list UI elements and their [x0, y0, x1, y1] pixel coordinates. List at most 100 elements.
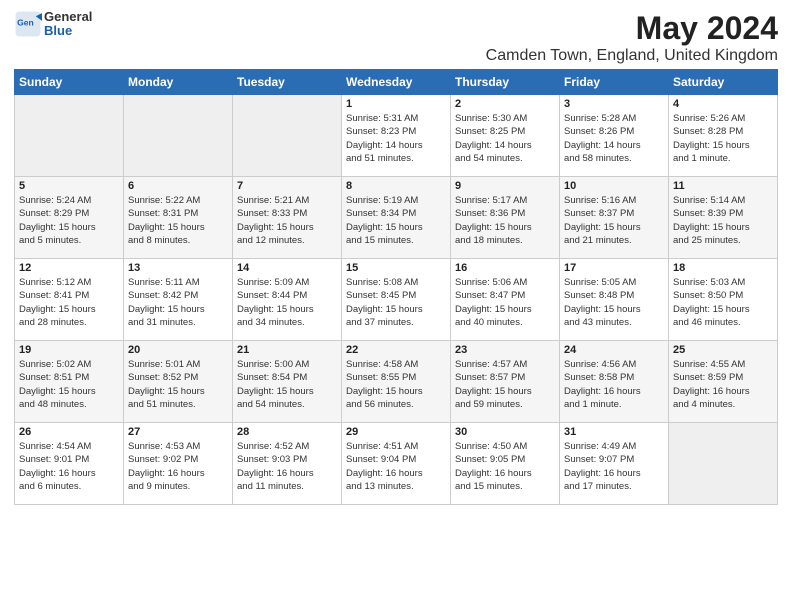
day-info: Sunrise: 5:02 AM Sunset: 8:51 PM Dayligh…	[19, 358, 119, 411]
day-info: Sunrise: 4:52 AM Sunset: 9:03 PM Dayligh…	[237, 440, 337, 493]
logo-blue: Blue	[44, 24, 92, 38]
day-info: Sunrise: 5:06 AM Sunset: 8:47 PM Dayligh…	[455, 276, 555, 329]
main-title: May 2024	[486, 10, 778, 47]
day-info: Sunrise: 5:08 AM Sunset: 8:45 PM Dayligh…	[346, 276, 446, 329]
calendar-cell: 9 Sunrise: 5:17 AM Sunset: 8:36 PM Daylig…	[451, 177, 560, 259]
day-number: 10	[564, 180, 664, 192]
day-number: 22	[346, 344, 446, 356]
day-number: 5	[19, 180, 119, 192]
day-info: Sunrise: 5:31 AM Sunset: 8:23 PM Dayligh…	[346, 112, 446, 165]
day-info: Sunrise: 5:11 AM Sunset: 8:42 PM Dayligh…	[128, 276, 228, 329]
day-number: 29	[346, 426, 446, 438]
day-number: 20	[128, 344, 228, 356]
day-number: 15	[346, 262, 446, 274]
page: Gen General Blue May 2024 Camden Town, E…	[0, 0, 792, 612]
day-header-friday: Friday	[560, 70, 669, 95]
week-row-3: 12Sunrise: 5:12 AM Sunset: 8:41 PM Dayli…	[15, 259, 778, 341]
day-number: 16	[455, 262, 555, 274]
day-number: 28	[237, 426, 337, 438]
day-header-wednesday: Wednesday	[342, 70, 451, 95]
calendar-cell: 18Sunrise: 5:03 AM Sunset: 8:50 PM Dayli…	[669, 259, 778, 341]
day-info: Sunrise: 4:58 AM Sunset: 8:55 PM Dayligh…	[346, 358, 446, 411]
calendar-cell	[15, 95, 124, 177]
calendar-cell: 23 Sunrise: 4:57 AM Sunset: 8:57 PM Dayli…	[451, 341, 560, 423]
calendar-cell: 25 Sunrise: 4:55 AM Sunset: 8:59 PM Dayli…	[669, 341, 778, 423]
calendar-cell: 19 Sunrise: 5:02 AM Sunset: 8:51 PM Dayli…	[15, 341, 124, 423]
calendar-cell: 7Sunrise: 5:21 AM Sunset: 8:33 PM Daylig…	[233, 177, 342, 259]
day-number: 23	[455, 344, 555, 356]
day-info: Sunrise: 5:14 AM Sunset: 8:39 PM Dayligh…	[673, 194, 773, 247]
week-row-5: 26 Sunrise: 4:54 AM Sunset: 9:01 PM Dayli…	[15, 423, 778, 505]
day-info: Sunrise: 4:56 AM Sunset: 8:58 PM Dayligh…	[564, 358, 664, 411]
calendar-cell: 12Sunrise: 5:12 AM Sunset: 8:41 PM Dayli…	[15, 259, 124, 341]
calendar-cell: 24 Sunrise: 4:56 AM Sunset: 8:58 PM Dayli…	[560, 341, 669, 423]
day-info: Sunrise: 4:57 AM Sunset: 8:57 PM Dayligh…	[455, 358, 555, 411]
day-info: Sunrise: 4:50 AM Sunset: 9:05 PM Dayligh…	[455, 440, 555, 493]
day-info: Sunrise: 4:49 AM Sunset: 9:07 PM Dayligh…	[564, 440, 664, 493]
day-header-thursday: Thursday	[451, 70, 560, 95]
day-info: Sunrise: 5:12 AM Sunset: 8:41 PM Dayligh…	[19, 276, 119, 329]
day-number: 14	[237, 262, 337, 274]
svg-text:Gen: Gen	[17, 18, 34, 28]
day-number: 24	[564, 344, 664, 356]
week-row-2: 5 Sunrise: 5:24 AM Sunset: 8:29 PM Daylig…	[15, 177, 778, 259]
calendar-cell: 13 Sunrise: 5:11 AM Sunset: 8:42 PM Dayli…	[124, 259, 233, 341]
day-info: Sunrise: 5:19 AM Sunset: 8:34 PM Dayligh…	[346, 194, 446, 247]
calendar-cell: 1 Sunrise: 5:31 AM Sunset: 8:23 PM Daylig…	[342, 95, 451, 177]
day-number: 17	[564, 262, 664, 274]
subtitle: Camden Town, England, United Kingdom	[486, 47, 778, 65]
day-info: Sunrise: 4:53 AM Sunset: 9:02 PM Dayligh…	[128, 440, 228, 493]
calendar-cell: 30 Sunrise: 4:50 AM Sunset: 9:05 PM Dayli…	[451, 423, 560, 505]
logo-icon: Gen	[14, 10, 42, 38]
calendar-cell: 5 Sunrise: 5:24 AM Sunset: 8:29 PM Daylig…	[15, 177, 124, 259]
day-info: Sunrise: 5:22 AM Sunset: 8:31 PM Dayligh…	[128, 194, 228, 247]
day-info: Sunrise: 5:09 AM Sunset: 8:44 PM Dayligh…	[237, 276, 337, 329]
calendar-cell	[124, 95, 233, 177]
day-info: Sunrise: 5:05 AM Sunset: 8:48 PM Dayligh…	[564, 276, 664, 329]
calendar-cell: 28 Sunrise: 4:52 AM Sunset: 9:03 PM Dayli…	[233, 423, 342, 505]
day-number: 25	[673, 344, 773, 356]
day-number: 2	[455, 98, 555, 110]
calendar-cell: 22 Sunrise: 4:58 AM Sunset: 8:55 PM Dayli…	[342, 341, 451, 423]
calendar-cell: 3Sunrise: 5:28 AM Sunset: 8:26 PM Daylig…	[560, 95, 669, 177]
day-info: Sunrise: 5:01 AM Sunset: 8:52 PM Dayligh…	[128, 358, 228, 411]
calendar-cell: 4 Sunrise: 5:26 AM Sunset: 8:28 PM Daylig…	[669, 95, 778, 177]
week-row-4: 19 Sunrise: 5:02 AM Sunset: 8:51 PM Dayli…	[15, 341, 778, 423]
day-number: 9	[455, 180, 555, 192]
calendar-cell: 2Sunrise: 5:30 AM Sunset: 8:25 PM Daylig…	[451, 95, 560, 177]
day-number: 3	[564, 98, 664, 110]
day-number: 7	[237, 180, 337, 192]
title-block: May 2024 Camden Town, England, United Ki…	[486, 10, 778, 65]
day-info: Sunrise: 5:24 AM Sunset: 8:29 PM Dayligh…	[19, 194, 119, 247]
calendar-cell: 6Sunrise: 5:22 AM Sunset: 8:31 PM Daylig…	[124, 177, 233, 259]
day-info: Sunrise: 5:17 AM Sunset: 8:36 PM Dayligh…	[455, 194, 555, 247]
day-number: 19	[19, 344, 119, 356]
day-number: 1	[346, 98, 446, 110]
day-number: 31	[564, 426, 664, 438]
day-header-sunday: Sunday	[15, 70, 124, 95]
calendar-cell: 17 Sunrise: 5:05 AM Sunset: 8:48 PM Dayli…	[560, 259, 669, 341]
calendar-cell: 16 Sunrise: 5:06 AM Sunset: 8:47 PM Dayli…	[451, 259, 560, 341]
calendar-cell: 10Sunrise: 5:16 AM Sunset: 8:37 PM Dayli…	[560, 177, 669, 259]
calendar-cell	[233, 95, 342, 177]
calendar-table: SundayMondayTuesdayWednesdayThursdayFrid…	[14, 69, 778, 505]
day-number: 26	[19, 426, 119, 438]
day-info: Sunrise: 4:55 AM Sunset: 8:59 PM Dayligh…	[673, 358, 773, 411]
day-number: 30	[455, 426, 555, 438]
calendar-cell: 27Sunrise: 4:53 AM Sunset: 9:02 PM Dayli…	[124, 423, 233, 505]
day-number: 4	[673, 98, 773, 110]
day-number: 13	[128, 262, 228, 274]
calendar-cell	[669, 423, 778, 505]
day-info: Sunrise: 5:26 AM Sunset: 8:28 PM Dayligh…	[673, 112, 773, 165]
day-header-saturday: Saturday	[669, 70, 778, 95]
day-info: Sunrise: 5:03 AM Sunset: 8:50 PM Dayligh…	[673, 276, 773, 329]
calendar-cell: 15 Sunrise: 5:08 AM Sunset: 8:45 PM Dayli…	[342, 259, 451, 341]
calendar-cell: 14 Sunrise: 5:09 AM Sunset: 8:44 PM Dayli…	[233, 259, 342, 341]
logo-general: General	[44, 10, 92, 24]
calendar-cell: 26 Sunrise: 4:54 AM Sunset: 9:01 PM Dayli…	[15, 423, 124, 505]
day-info: Sunrise: 4:54 AM Sunset: 9:01 PM Dayligh…	[19, 440, 119, 493]
day-number: 8	[346, 180, 446, 192]
header-row: SundayMondayTuesdayWednesdayThursdayFrid…	[15, 70, 778, 95]
calendar-cell: 29Sunrise: 4:51 AM Sunset: 9:04 PM Dayli…	[342, 423, 451, 505]
day-info: Sunrise: 5:00 AM Sunset: 8:54 PM Dayligh…	[237, 358, 337, 411]
